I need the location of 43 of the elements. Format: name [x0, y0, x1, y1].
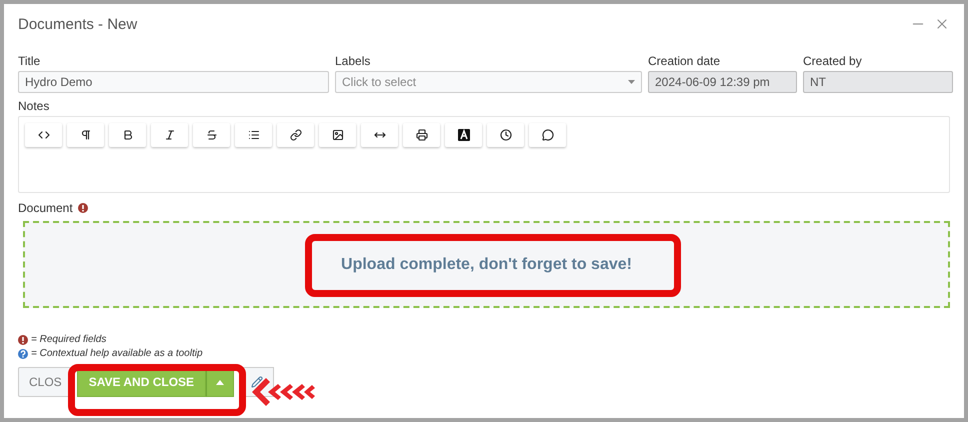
toolbar-button[interactable]: [361, 123, 398, 147]
caret-icon: [216, 380, 224, 384]
legend-text: = Required fields: [31, 334, 106, 345]
toolbar-button[interactable]: [193, 123, 230, 147]
toolbar-button[interactable]: [277, 123, 314, 147]
font-icon: [458, 129, 470, 141]
toolbar-button[interactable]: [235, 123, 272, 147]
caret-icon: [628, 80, 635, 84]
toolbar-button[interactable]: [67, 123, 104, 147]
field-label: Document: [18, 201, 73, 215]
upload-message: Upload complete, don't forget to save!: [341, 256, 632, 274]
toolbar-button[interactable]: [529, 123, 566, 147]
legend-text: = Contextual help available as a tooltip: [31, 348, 203, 359]
field-label: Labels: [335, 54, 372, 68]
labels-select[interactable]: Click to select: [335, 71, 642, 93]
speech-bubble-icon: [542, 129, 554, 141]
image-icon: [332, 129, 344, 141]
toolbar-button[interactable]: [445, 123, 482, 147]
paragraph-icon: [80, 129, 92, 141]
bold-icon: [122, 129, 134, 141]
input-field[interactable]: Hydro Demo: [18, 71, 329, 93]
printer-icon: [416, 129, 428, 141]
field-label: Title: [18, 54, 42, 68]
close-button[interactable]: CLOS: [18, 367, 71, 397]
field-label: Created by: [803, 54, 863, 68]
code-icon: [38, 129, 50, 141]
toolbar-button[interactable]: [25, 123, 62, 147]
toolbar-button[interactable]: [403, 123, 440, 147]
toolbar-button[interactable]: [151, 123, 188, 147]
toolbar-button[interactable]: [319, 123, 356, 147]
required-icon: [18, 334, 28, 344]
window-title: Documents - New: [18, 16, 138, 32]
pencil-icon: [251, 376, 264, 388]
strikethrough-icon: [206, 129, 218, 141]
field-label: Creation date: [648, 54, 722, 68]
field-label: Notes: [18, 99, 50, 113]
upload-dropzone[interactable]: Upload complete, don't forget to save!: [23, 221, 950, 308]
italic-icon: [164, 129, 176, 141]
toolbar-button[interactable]: [487, 123, 524, 147]
link-icon: [290, 129, 302, 141]
clock-icon: [500, 129, 512, 141]
help-icon: [18, 348, 28, 358]
toolbar-button[interactable]: [109, 123, 146, 147]
